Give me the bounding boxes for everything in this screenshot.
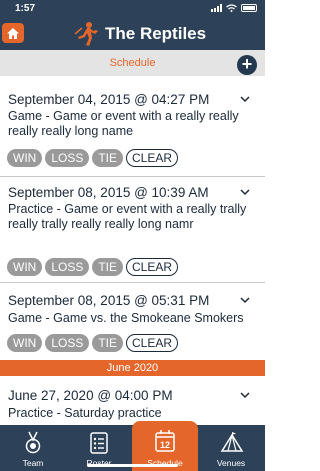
nav-bar: The Reptiles — [0, 18, 265, 50]
chevron-down-icon[interactable] — [239, 294, 251, 306]
clear-button[interactable]: CLEAR — [126, 334, 179, 352]
tent-icon — [220, 432, 244, 452]
chevron-down-icon[interactable] — [239, 389, 251, 401]
win-button[interactable]: WIN — [7, 149, 43, 167]
event-datetime: September 08, 2015 @ 10:39 AM — [8, 185, 209, 200]
tie-button[interactable]: TIE — [92, 258, 124, 276]
clear-button[interactable]: CLEAR — [126, 258, 179, 276]
battery-icon — [241, 4, 257, 12]
event-row[interactable]: September 04, 2015 @ 04:27 PM Game - Gam… — [0, 76, 265, 177]
win-button[interactable]: WIN — [7, 258, 43, 276]
tab-venues[interactable]: Venues — [198, 425, 264, 471]
event-row[interactable]: June 27, 2020 @ 04:00 PM Practice - Satu… — [0, 376, 265, 425]
home-icon — [7, 27, 19, 39]
clear-button[interactable]: CLEAR — [126, 149, 179, 167]
result-buttons: WIN LOSS TIE CLEAR — [7, 149, 179, 167]
status-bar: 1:57 — [0, 0, 265, 18]
result-buttons: WIN LOSS TIE CLEAR — [7, 258, 179, 276]
schedule-list[interactable]: September 04, 2015 @ 04:27 PM Game - Gam… — [0, 76, 265, 425]
tab-label: Venues — [216, 458, 246, 468]
chevron-down-icon[interactable] — [239, 186, 251, 198]
home-button[interactable] — [2, 23, 24, 43]
loss-button[interactable]: LOSS — [45, 258, 90, 276]
event-datetime: June 27, 2020 @ 04:00 PM — [8, 388, 173, 403]
tie-button[interactable]: TIE — [92, 149, 124, 167]
event-row[interactable]: September 08, 2015 @ 10:39 AM Practice -… — [0, 177, 265, 283]
event-name: Practice - Saturday practice — [8, 406, 162, 420]
event-row[interactable]: September 08, 2015 @ 05:31 PM Game - Gam… — [0, 283, 265, 360]
event-datetime: September 04, 2015 @ 04:27 PM — [8, 92, 210, 107]
status-icons — [211, 4, 257, 12]
tab-team[interactable]: Team — [0, 425, 66, 471]
event-name: Game - Game or event with a really reall… — [8, 109, 239, 138]
schedule-title: Schedule — [109, 57, 156, 69]
team-title: The Reptiles — [105, 24, 207, 43]
month-divider: June 2020 — [0, 360, 265, 376]
team-logo-icon — [74, 22, 98, 46]
chevron-down-icon[interactable] — [239, 93, 251, 105]
home-indicator — [87, 464, 178, 467]
schedule-header: Schedule — [0, 50, 265, 76]
tab-label: Team — [22, 458, 44, 468]
status-time: 1:57 — [15, 3, 36, 14]
roster-icon — [90, 432, 108, 454]
calendar-day-number: 12 — [160, 440, 170, 450]
loss-button[interactable]: LOSS — [45, 149, 90, 167]
calendar-icon: 12 — [155, 430, 175, 452]
medal-icon — [25, 431, 41, 454]
event-name: Practice - Game or event with a really t… — [8, 202, 247, 231]
add-event-button[interactable]: + — [237, 55, 257, 75]
result-buttons: WIN LOSS TIE CLEAR — [7, 334, 179, 352]
cellular-signal-icon — [211, 4, 222, 12]
event-datetime: September 08, 2015 @ 05:31 PM — [8, 293, 210, 308]
event-name: Game - Game vs. the Smokeane Smokers — [8, 311, 244, 325]
loss-button[interactable]: LOSS — [45, 334, 90, 352]
wifi-icon — [226, 4, 237, 12]
tie-button[interactable]: TIE — [92, 334, 124, 352]
win-button[interactable]: WIN — [7, 334, 43, 352]
